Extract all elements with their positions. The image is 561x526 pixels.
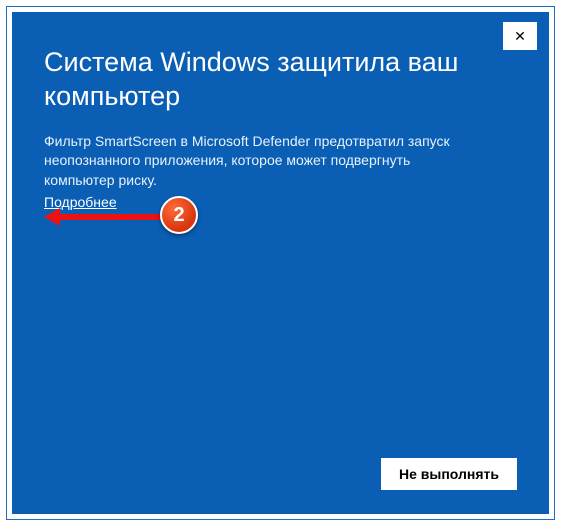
dialog-title: Система Windows защитила ваш компьютер — [44, 46, 477, 114]
dont-run-button[interactable]: Не выполнять — [381, 458, 517, 490]
more-info-link[interactable]: Подробнее — [44, 194, 117, 210]
smartscreen-dialog: Система Windows защитила ваш компьютер Ф… — [12, 12, 549, 514]
dialog-body-text: Фильтр SmartScreen в Microsoft Defender … — [44, 132, 474, 191]
dialog-footer: Не выполнять — [44, 458, 517, 490]
close-button[interactable]: ✕ — [503, 22, 537, 50]
close-icon: ✕ — [514, 28, 526, 45]
